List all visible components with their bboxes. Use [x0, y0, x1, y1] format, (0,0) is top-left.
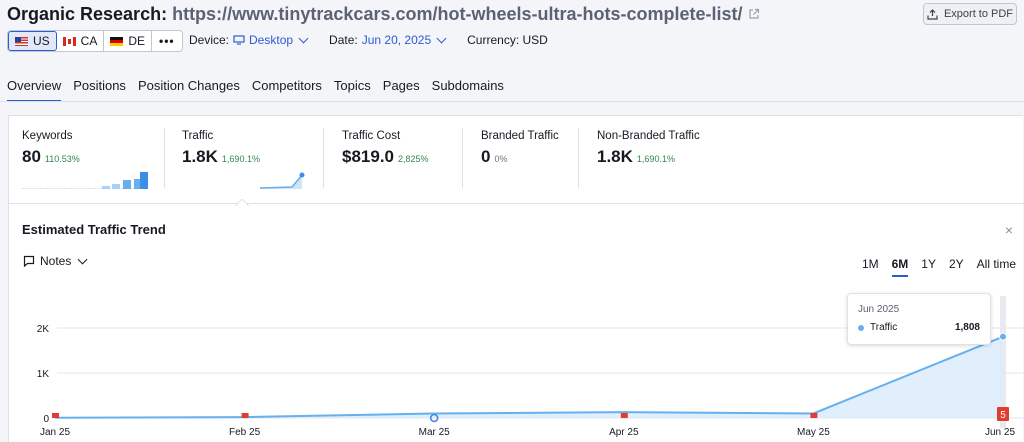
date-filter[interactable]: Date: Jun 20, 2025 [329, 33, 447, 47]
date-value: Jun 20, 2025 [361, 33, 432, 47]
tab-pages[interactable]: Pages [383, 78, 420, 102]
x-tick-label: Jan 25 [40, 427, 70, 438]
target-url: https://www.tinytrackcars.com/hot-wheels… [172, 3, 743, 24]
us-flag-icon [15, 36, 28, 46]
x-tick-label: May 25 [797, 427, 830, 438]
device-label: Device: [189, 33, 230, 47]
db-us-button[interactable]: US [8, 31, 57, 51]
tooltip-value: 1,808 [954, 322, 980, 333]
chart-tooltip: Jun 2025 Traffic 1,808 [847, 293, 991, 345]
page-header: Organic Research: https://www.tinytrackc… [7, 3, 760, 25]
tab-positions[interactable]: Positions [73, 78, 126, 102]
report-tabs: Overview Positions Position Changes Comp… [7, 78, 504, 102]
traffic-trend-chart: 0 1K 2K Jan 25 Feb 25 Mar 25 Apr 25 May 25 Jun 2… [37, 296, 1024, 438]
date-label: Date: [329, 33, 358, 47]
db-de-label: DE [128, 34, 146, 48]
tooltip-series: Traffic [870, 322, 898, 333]
export-icon [927, 8, 938, 20]
note-flag-icon [620, 413, 628, 421]
notes-badge-count: 5 [1000, 410, 1006, 421]
ca-flag-icon [62, 36, 76, 46]
traffic-area [55, 336, 1003, 418]
desktop-icon [233, 35, 245, 45]
export-label: Export to PDF [943, 8, 1014, 20]
database-selector: US CA DE ••• [7, 30, 183, 52]
note-flag-icon [810, 413, 818, 421]
device-filter[interactable]: Device: Desktop [189, 33, 309, 47]
export-pdf-button[interactable]: Export to PDF [923, 3, 1017, 25]
filter-bar: Device: Desktop Date: Jun 20, 2025 Curre… [189, 33, 548, 47]
note-flag-icon [52, 413, 59, 421]
de-flag-icon [110, 36, 124, 46]
currency-label: Currency: USD [467, 33, 548, 47]
currency-display: Currency: USD [467, 33, 548, 47]
db-ca-button[interactable]: CA [57, 31, 105, 51]
y-tick-label: 0 [43, 414, 49, 425]
x-tick-label: Apr 25 [609, 427, 639, 438]
series-dot-icon [858, 325, 864, 331]
more-databases-button[interactable]: ••• [152, 31, 182, 51]
tab-subdomains[interactable]: Subdomains [432, 78, 504, 102]
db-ca-label: CA [80, 34, 98, 48]
y-tick-label: 1K [37, 369, 50, 380]
page-title: Organic Research: [7, 3, 168, 24]
x-tick-label: Feb 25 [229, 427, 261, 438]
tooltip-date: Jun 2025 [858, 304, 900, 315]
device-value: Desktop [249, 33, 294, 47]
tab-competitors[interactable]: Competitors [252, 78, 322, 102]
x-tick-label: Mar 25 [419, 427, 451, 438]
external-link-icon[interactable] [748, 8, 760, 20]
tab-position-changes[interactable]: Position Changes [138, 78, 240, 102]
overview-panel: Keywords 80 110.53% Traffic 1.8K 1,690.1… [8, 115, 1024, 442]
chevron-down-icon [298, 33, 309, 43]
chevron-down-icon [436, 33, 447, 43]
db-de-button[interactable]: DE [104, 31, 153, 51]
tab-topics[interactable]: Topics [334, 78, 371, 102]
note-flag-icon [241, 413, 249, 421]
tab-overview[interactable]: Overview [7, 78, 62, 102]
tabs-divider [0, 101, 1024, 102]
traffic-point-jun-25 [999, 332, 1007, 341]
db-us-label: US [33, 34, 50, 48]
x-tick-label: Jun 25 [985, 427, 1015, 438]
y-tick-label: 2K [37, 324, 50, 335]
